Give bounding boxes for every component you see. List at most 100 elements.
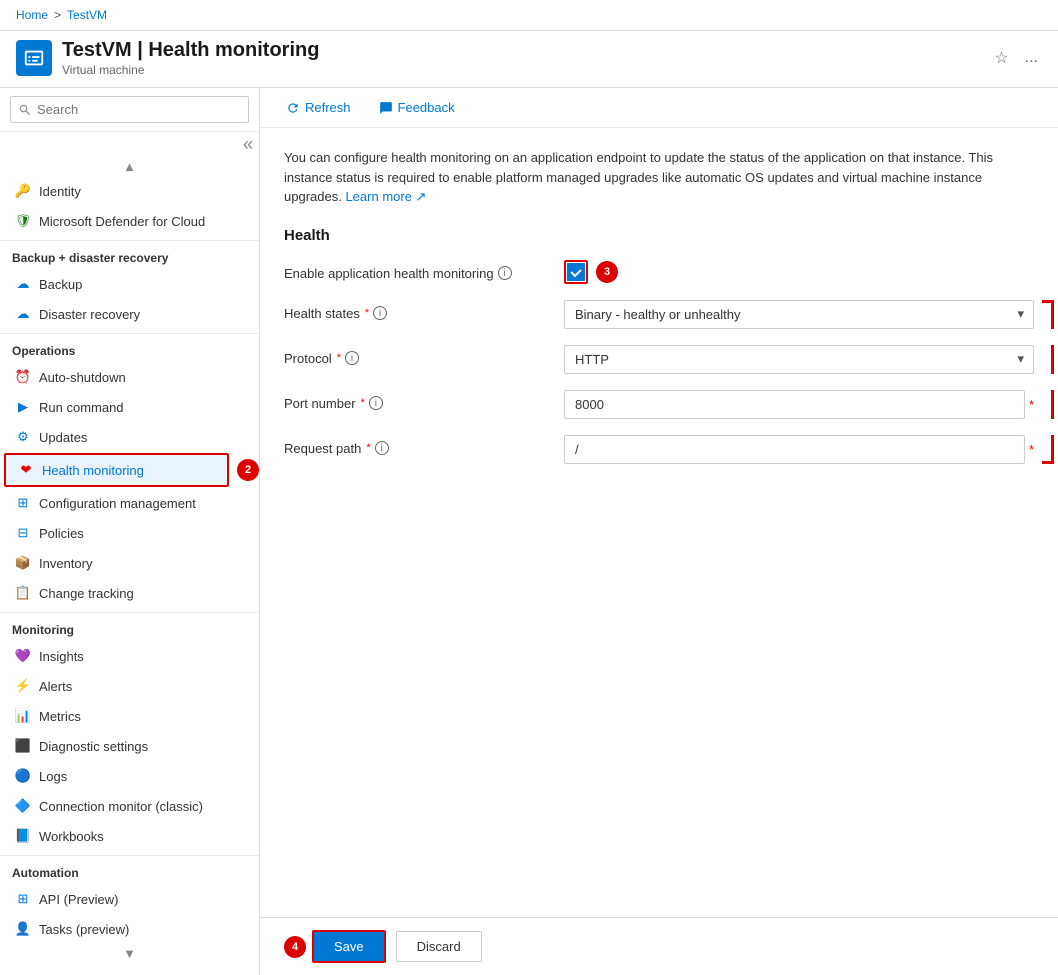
sidebar-item-label: Connection monitor (classic) — [39, 799, 203, 814]
sidebar-item-backup[interactable]: ☁ Backup — [0, 269, 259, 299]
runcommand-icon: ▶ — [15, 399, 31, 415]
protocol-select[interactable]: HTTPHTTPSTCP — [564, 345, 1034, 374]
policies-icon: ⊟ — [15, 525, 31, 541]
checkbox-annotation-box — [564, 260, 588, 284]
request-path-info-icon[interactable]: i — [375, 441, 389, 455]
sidebar-item-defender[interactable]: 🛡 Microsoft Defender for Cloud — [0, 206, 259, 236]
autoshutdown-icon: ⏰ — [15, 369, 31, 385]
sidebar-item-updates[interactable]: ⚙ Updates — [0, 422, 259, 452]
learn-more-link[interactable]: Learn more ↗ — [345, 189, 426, 204]
required-star: * — [366, 442, 370, 454]
sidebar-item-connmonitor[interactable]: 🔷 Connection monitor (classic) — [0, 791, 259, 821]
section-monitoring: Monitoring — [0, 612, 259, 641]
more-options-button[interactable]: ... — [1021, 45, 1042, 71]
refresh-label: Refresh — [305, 100, 351, 115]
sidebar-item-runcommand[interactable]: ▶ Run command — [0, 392, 259, 422]
port-row: Port number * i * — [284, 390, 1034, 419]
sidebar-item-workbooks[interactable]: 📘 Workbooks — [0, 821, 259, 851]
vm-svg — [23, 47, 45, 69]
sidebar-item-disaster[interactable]: ☁ Disaster recovery — [0, 299, 259, 329]
main-layout: « ▲ 🔑 Identity 🛡 Microsoft Defender for … — [0, 88, 1058, 975]
discard-button[interactable]: Discard — [396, 931, 482, 962]
sidebar-item-healthmonitoring[interactable]: ❤ Health monitoring — [4, 453, 229, 487]
configmgmt-icon: ⊞ — [15, 495, 31, 511]
scroll-up-arrow[interactable]: ▲ — [0, 157, 259, 176]
page-subtitle: Virtual machine — [62, 63, 980, 77]
refresh-button[interactable]: Refresh — [280, 96, 357, 119]
sidebar-item-label: Policies — [39, 526, 84, 541]
feedback-label: Feedback — [398, 100, 455, 115]
sidebar-item-inventory[interactable]: 📦 Inventory — [0, 548, 259, 578]
sidebar-item-configmgmt[interactable]: ⊞ Configuration management — [0, 488, 259, 518]
required-star: * — [361, 397, 365, 409]
enable-health-row: Enable application health monitoring i 3 — [284, 260, 1034, 284]
sidebar-item-label: Auto-shutdown — [39, 370, 126, 385]
inventory-icon: 📦 — [15, 555, 31, 571]
sidebar-item-identity[interactable]: 🔑 Identity — [0, 176, 259, 206]
section-operations: Operations — [0, 333, 259, 362]
defender-icon: 🛡 — [15, 213, 31, 229]
enable-checkbox-container: 3 — [564, 260, 1034, 284]
header-actions: ☆ ... — [990, 44, 1042, 72]
sidebar-item-policies[interactable]: ⊟ Policies — [0, 518, 259, 548]
protocol-select-wrapper: HTTPHTTPSTCP — [564, 345, 1034, 374]
updates-icon: ⚙ — [15, 429, 31, 445]
sidebar-item-label: Logs — [39, 769, 67, 784]
breadcrumb-current[interactable]: TestVM — [67, 8, 107, 22]
sidebar: « ▲ 🔑 Identity 🛡 Microsoft Defender for … — [0, 88, 260, 975]
required-star: * — [337, 352, 341, 364]
feedback-button[interactable]: Feedback — [373, 96, 461, 119]
favorite-button[interactable]: ☆ — [990, 44, 1012, 72]
sidebar-item-label: API (Preview) — [39, 892, 118, 907]
sidebar-item-label: Backup — [39, 277, 82, 292]
metrics-icon: 📊 — [15, 708, 31, 724]
save-button-container: 4 Save — [284, 930, 386, 963]
sidebar-item-logs[interactable]: 🔵 Logs — [0, 761, 259, 791]
sidebar-item-label: Disaster recovery — [39, 307, 140, 322]
sidebar-item-alerts[interactable]: ⚡ Alerts — [0, 671, 259, 701]
request-path-input[interactable] — [564, 435, 1025, 464]
sidebar-item-changetracking[interactable]: 📋 Change tracking — [0, 578, 259, 608]
port-number-input[interactable] — [564, 390, 1025, 419]
sidebar-item-label: Run command — [39, 400, 124, 415]
health-monitoring-row: ❤ Health monitoring 2 — [0, 452, 259, 488]
red-bracket-annotation — [1042, 300, 1054, 329]
refresh-icon — [286, 101, 300, 115]
sidebar-item-label: Metrics — [39, 709, 81, 724]
sidebar-item-diagnostic[interactable]: ⬛ Diagnostic settings — [0, 731, 259, 761]
port-info-icon[interactable]: i — [369, 396, 383, 410]
sidebar-item-autoshutdown[interactable]: ⏰ Auto-shutdown — [0, 362, 259, 392]
content-toolbar: Refresh Feedback — [260, 88, 1058, 128]
health-states-info-icon[interactable]: i — [373, 306, 387, 320]
sidebar-collapse-btn[interactable]: « — [0, 132, 259, 157]
breadcrumb-home[interactable]: Home — [16, 8, 48, 22]
search-input[interactable] — [10, 96, 249, 123]
sidebar-item-tasks[interactable]: 👤 Tasks (preview) — [0, 914, 259, 944]
section-health-title: Health — [284, 227, 1034, 244]
enable-info-icon[interactable]: i — [498, 266, 512, 280]
protocol-info-icon[interactable]: i — [345, 351, 359, 365]
sidebar-item-label: Microsoft Defender for Cloud — [39, 214, 205, 229]
sidebar-item-label: Workbooks — [39, 829, 104, 844]
feedback-icon — [379, 101, 393, 115]
healthmonitoring-icon: ❤ — [18, 462, 34, 478]
checkmark-icon — [570, 266, 582, 278]
sidebar-item-metrics[interactable]: 📊 Metrics — [0, 701, 259, 731]
health-states-row: Health states * i Binary - healthy or un… — [284, 300, 1034, 329]
sidebar-item-insights[interactable]: 💜 Insights — [0, 641, 259, 671]
content-area: Refresh Feedback You can configure healt… — [260, 88, 1058, 975]
enable-health-checkbox[interactable] — [567, 263, 585, 281]
health-states-select[interactable]: Binary - healthy or unhealthyCustom — [564, 300, 1034, 329]
alerts-icon: ⚡ — [15, 678, 31, 694]
sidebar-item-label: Diagnostic settings — [39, 739, 148, 754]
sidebar-item-api[interactable]: ⊞ API (Preview) — [0, 884, 259, 914]
sidebar-item-label: Change tracking — [39, 586, 134, 601]
save-button[interactable]: Save — [312, 930, 386, 963]
tasks-icon: 👤 — [15, 921, 31, 937]
backup-icon: ☁ — [15, 276, 31, 292]
step2-badge: 2 — [237, 459, 259, 481]
sidebar-item-label: Updates — [39, 430, 87, 445]
page-header: TestVM | Health monitoring Virtual machi… — [0, 31, 1058, 88]
request-required-asterisk: * — [1029, 442, 1034, 457]
scroll-down-arrow[interactable]: ▼ — [0, 944, 259, 963]
